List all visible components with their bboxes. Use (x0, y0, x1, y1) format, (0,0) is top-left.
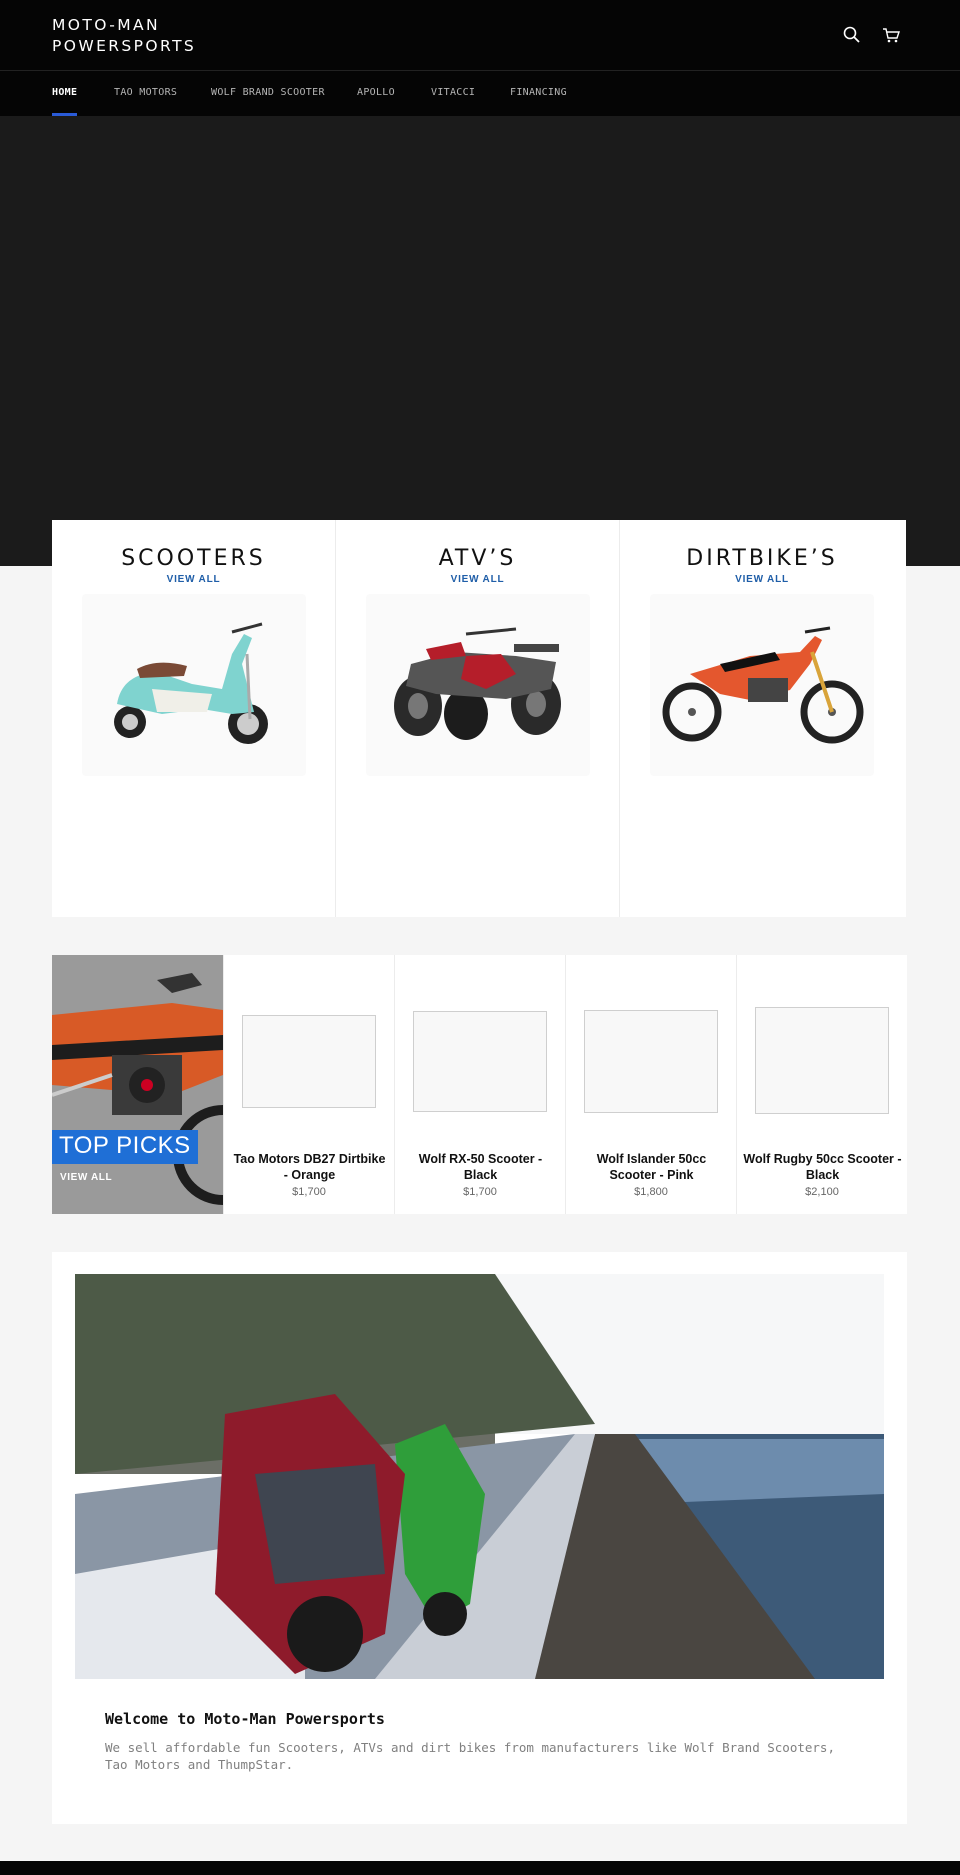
collection-scooters[interactable]: SCOOTERS VIEW ALL (52, 520, 336, 917)
hero-banner (0, 116, 960, 566)
product-image[interactable] (413, 1011, 547, 1112)
nav-item-wolf-brand-scooter[interactable]: WOLF BRAND SCOOTER (211, 87, 325, 98)
welcome-title: Welcome to Moto-Man Powersports (105, 1710, 385, 1728)
collection-grid: SCOOTERS VIEW ALL ATV’S VIEW ALL DIRTBIK… (52, 520, 906, 917)
top-picks-section: TOP PICKS VIEW ALL Tao Motors DB27 Dirtb… (52, 955, 907, 1214)
logo-line-1: MOTO-MAN (52, 16, 161, 34)
top-picks-banner[interactable]: TOP PICKS VIEW ALL (52, 955, 223, 1214)
nav-item-apollo[interactable]: APOLLO (357, 87, 395, 98)
product-price: $1,700 (463, 1186, 497, 1198)
product-image[interactable] (242, 1015, 376, 1108)
product-price: $2,100 (805, 1186, 839, 1198)
nav-item-tao-motors[interactable]: TAO MOTORS (114, 87, 177, 98)
product-name[interactable]: Wolf Islander 50cc Scooter - Pink (572, 1151, 731, 1183)
view-all-link[interactable]: VIEW ALL (620, 574, 904, 585)
view-all-link[interactable]: VIEW ALL (336, 574, 619, 585)
product-image[interactable] (755, 1007, 889, 1114)
nav-item-vitacci[interactable]: VITACCI (431, 87, 475, 98)
product-card[interactable]: Tao Motors DB27 Dirtbike - Orange $1,700 (223, 955, 394, 1214)
cart-icon[interactable] (880, 24, 902, 46)
product-card[interactable]: Wolf RX-50 Scooter - Black $1,700 (394, 955, 565, 1214)
product-card[interactable]: Wolf Rugby 50cc Scooter - Black $2,100 (736, 955, 907, 1214)
collection-title: SCOOTERS (121, 546, 266, 571)
product-price: $1,700 (292, 1186, 326, 1198)
scooter-image[interactable] (82, 594, 306, 776)
logo-line-2: POWERSPORTS (52, 37, 197, 55)
collection-atvs[interactable]: ATV’S VIEW ALL (336, 520, 620, 917)
collection-title: ATV’S (438, 546, 517, 571)
collection-title: DIRTBIKE’S (686, 546, 838, 571)
top-picks-view-all-link[interactable]: VIEW ALL (60, 1172, 112, 1183)
nav-item-home[interactable]: HOME (52, 87, 77, 98)
product-card[interactable]: Wolf Islander 50cc Scooter - Pink $1,800 (565, 955, 736, 1214)
welcome-text: We sell affordable fun Scooters, ATVs an… (105, 1740, 835, 1772)
main-nav: HOME TAO MOTORS WOLF BRAND SCOOTER APOLL… (0, 70, 960, 116)
site-header: MOTO-MAN POWERSPORTS (0, 0, 960, 70)
top-picks-title: TOP PICKS (52, 1130, 198, 1164)
product-name[interactable]: Wolf Rugby 50cc Scooter - Black (743, 1151, 902, 1183)
welcome-section: Welcome to Moto-Man Powersports We sell … (52, 1252, 907, 1824)
site-footer (0, 1861, 960, 1875)
atv-image[interactable] (366, 594, 590, 776)
product-name[interactable]: Wolf RX-50 Scooter - Black (401, 1151, 560, 1183)
collection-dirtbikes[interactable]: DIRTBIKE’S VIEW ALL (620, 520, 904, 917)
site-logo[interactable]: MOTO-MAN POWERSPORTS (52, 15, 196, 57)
search-icon[interactable] (841, 24, 863, 46)
dirtbike-image[interactable] (650, 594, 874, 776)
view-all-link[interactable]: VIEW ALL (52, 574, 335, 585)
product-price: $1,800 (634, 1186, 668, 1198)
product-image[interactable] (584, 1010, 718, 1113)
nav-item-financing[interactable]: FINANCING (510, 87, 567, 98)
welcome-image (75, 1274, 884, 1679)
product-name[interactable]: Tao Motors DB27 Dirtbike - Orange (230, 1151, 389, 1183)
